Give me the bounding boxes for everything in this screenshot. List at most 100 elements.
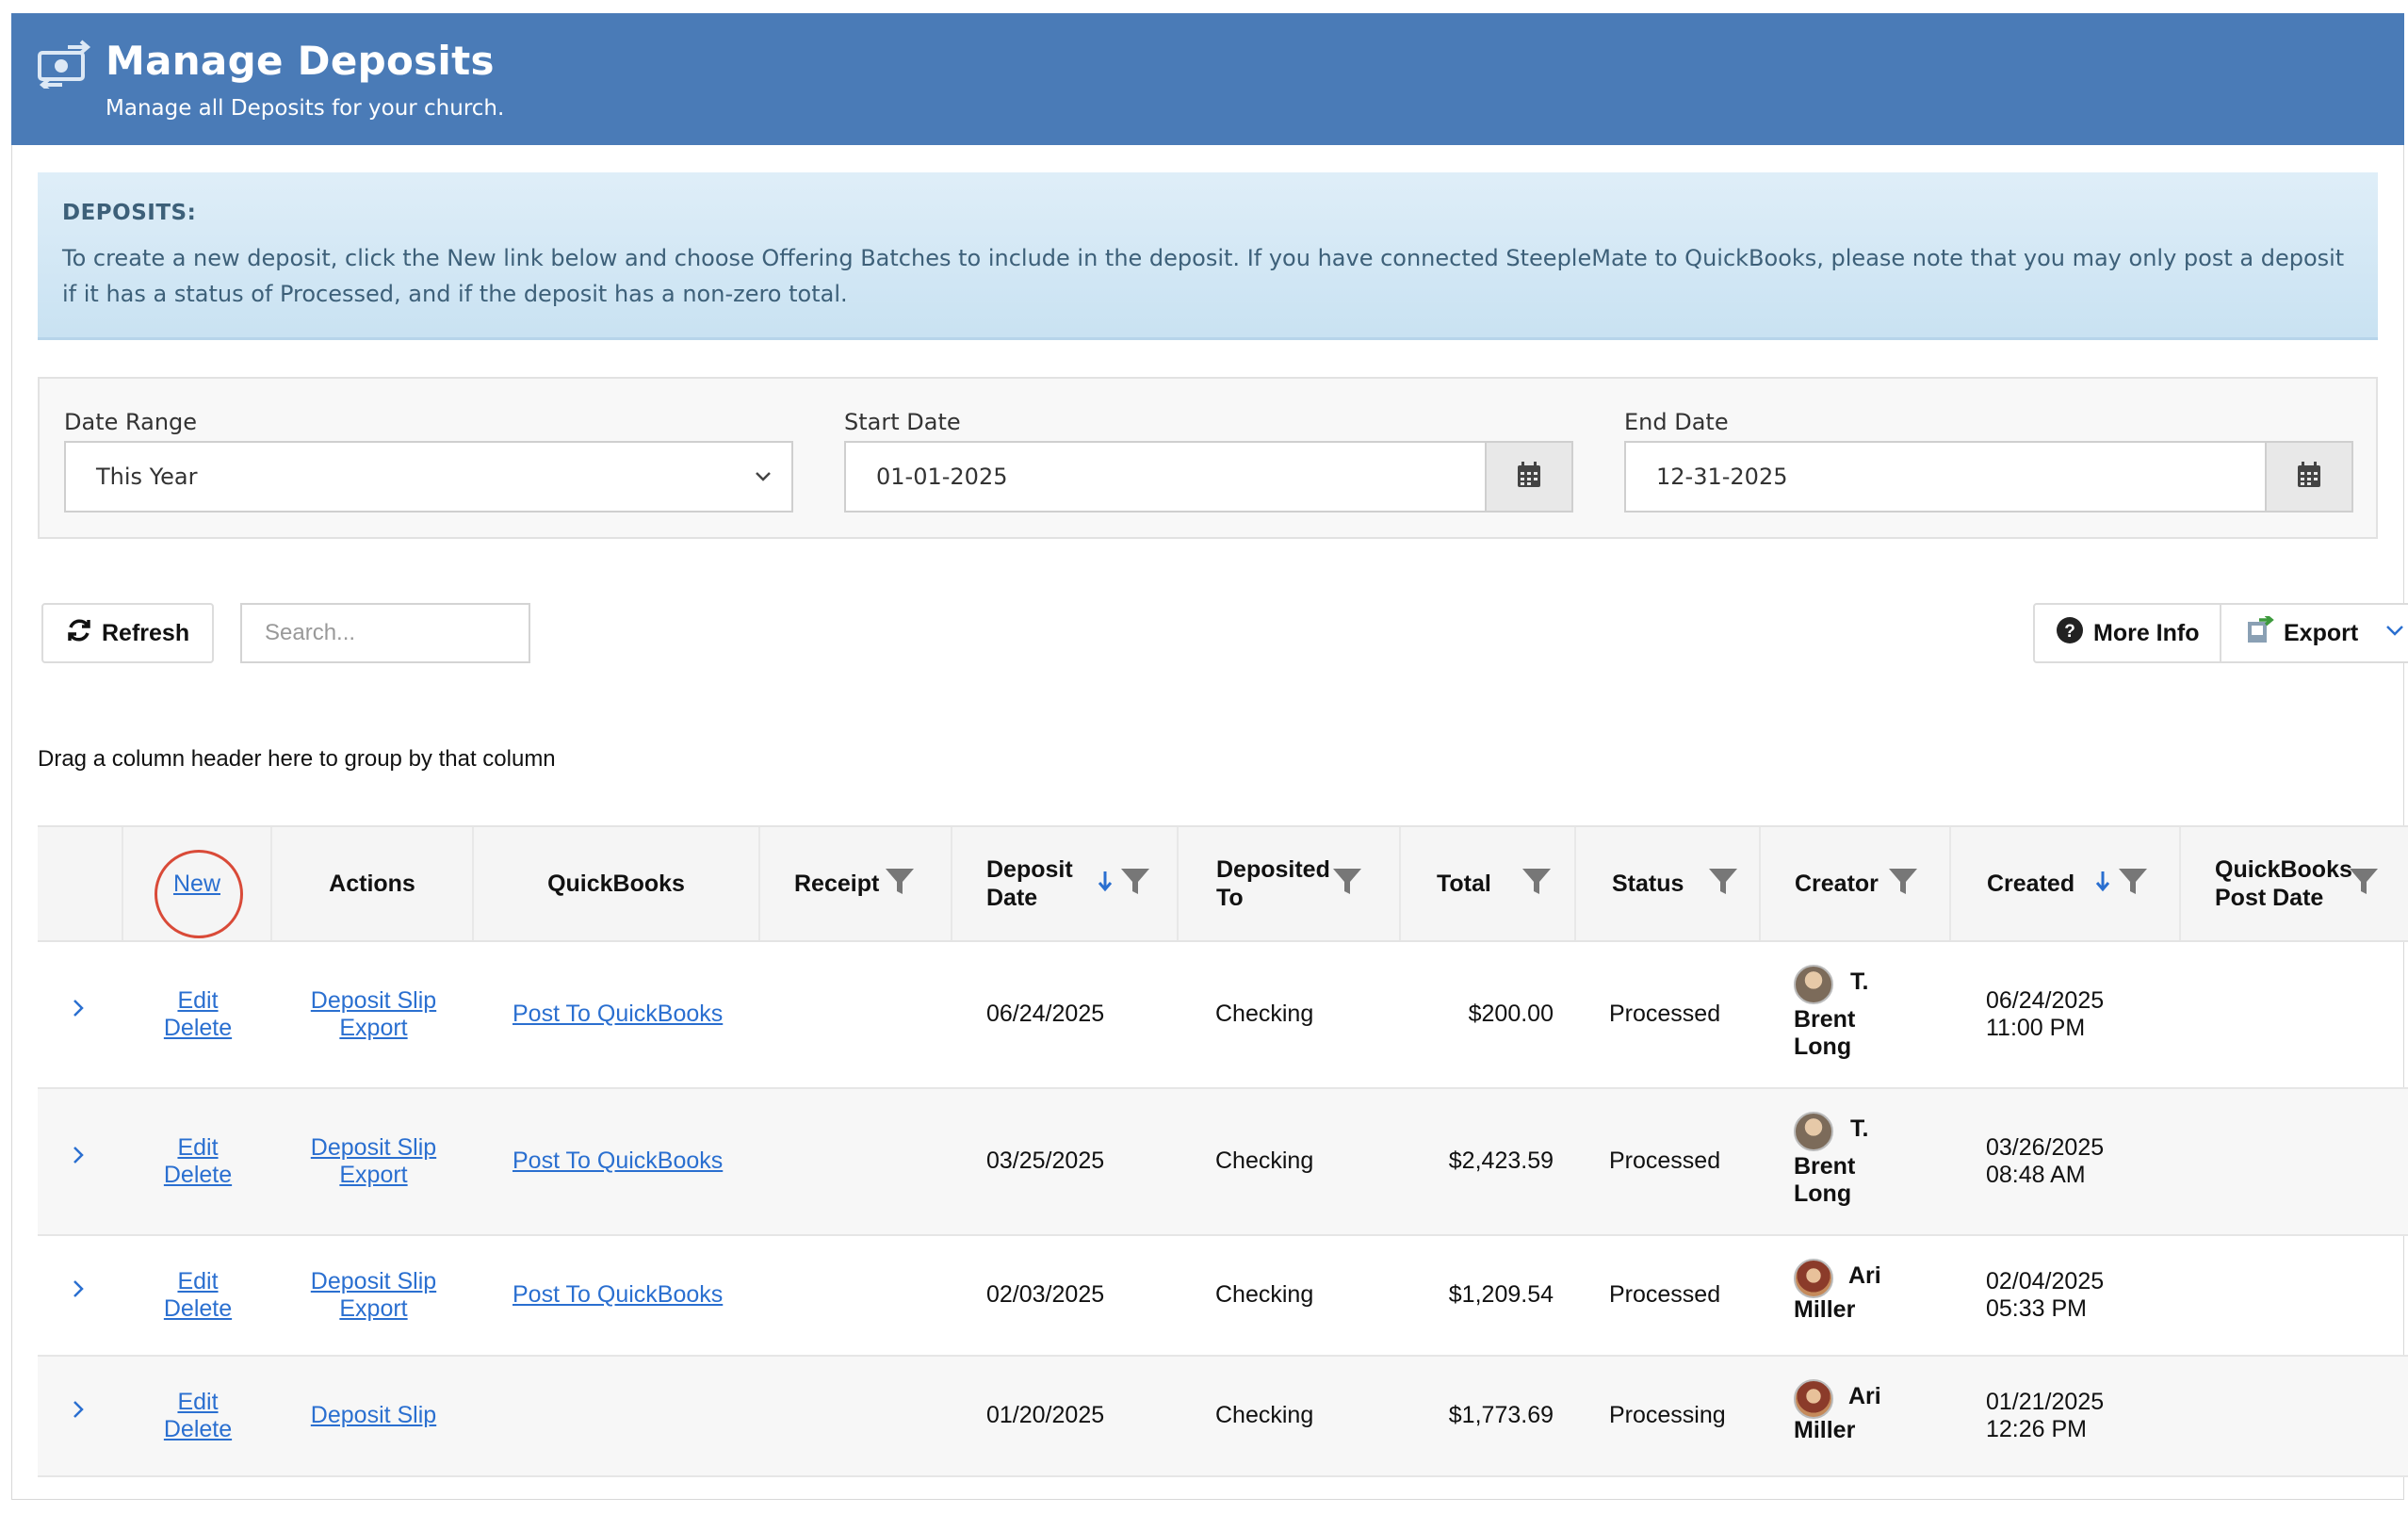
column-header-deposit-date-label: Deposit Date: [986, 856, 1073, 911]
money-transfer-icon: [36, 40, 94, 92]
delete-link[interactable]: Delete: [151, 1162, 245, 1189]
column-header-quickbooks: QuickBooks: [474, 827, 760, 940]
calendar-icon: [2297, 462, 2321, 492]
page-subtitle: Manage all Deposits for your church.: [106, 96, 505, 121]
deposit-status: Processed: [1609, 1148, 1721, 1174]
column-header-total-label: Total: [1437, 871, 1491, 897]
column-header-deposit-date[interactable]: Deposit Date: [952, 827, 1179, 940]
filter-funnel-icon[interactable]: [885, 866, 915, 903]
refresh-button[interactable]: Refresh: [41, 603, 214, 663]
date-range-select[interactable]: This Year: [64, 441, 793, 513]
filter-funnel-icon[interactable]: [2118, 866, 2148, 903]
chevron-right-icon[interactable]: [72, 1396, 85, 1428]
chevron-right-icon[interactable]: [72, 1276, 85, 1308]
start-date-calendar-button[interactable]: [1485, 441, 1573, 513]
column-header-deposited-to[interactable]: Deposited To: [1179, 827, 1401, 940]
table-row: Edit Delete Deposit Slip 01/20/2025 Chec…: [38, 1357, 2408, 1477]
delete-link[interactable]: Delete: [151, 1015, 245, 1042]
column-header-created[interactable]: Created: [1951, 827, 2181, 940]
post-to-quickbooks-link[interactable]: Post To QuickBooks: [513, 1001, 723, 1028]
deposit-total: $1,209.54: [1448, 1281, 1554, 1308]
filter-funnel-icon[interactable]: [1708, 866, 1738, 903]
post-to-quickbooks-link[interactable]: Post To QuickBooks: [513, 1148, 723, 1175]
deposit-slip-link[interactable]: Deposit Slip: [291, 1134, 456, 1162]
highlight-annotation-circle: [155, 850, 243, 938]
end-date-label: End Date: [1624, 409, 1729, 435]
date-range-label: Date Range: [64, 409, 198, 435]
creator-name-part: Ari: [1848, 1262, 1881, 1289]
created-time: 11:00 PM: [1986, 1015, 2086, 1041]
sort-down-arrow-icon: [1098, 870, 1113, 899]
created-date: 06/24/2025: [1986, 987, 2105, 1014]
column-header-qb-post-date-label: QuickBooks Post Date: [2215, 856, 2352, 911]
group-by-drop-zone[interactable]: Drag a column header here to group by th…: [38, 746, 556, 773]
end-date-input[interactable]: 12-31-2025: [1624, 441, 2267, 513]
filter-funnel-icon[interactable]: [1120, 866, 1150, 903]
created-date: 02/04/2025: [1986, 1268, 2105, 1294]
export-link[interactable]: Export: [291, 1015, 456, 1042]
creator-name-part: Long: [1794, 1180, 1852, 1207]
creator-name-part: T.: [1850, 968, 1869, 995]
delete-link[interactable]: Delete: [151, 1295, 245, 1323]
deposit-slip-link[interactable]: Deposit Slip: [291, 1268, 456, 1295]
column-header-receipt[interactable]: Receipt: [760, 827, 952, 940]
sort-down-arrow-icon: [2095, 870, 2110, 899]
export-button[interactable]: Export: [2220, 603, 2408, 663]
table-row: Edit Delete Deposit Slip Export Post To …: [38, 1089, 2408, 1236]
grid-header-row: New Actions QuickBooks Receipt Deposit Da…: [38, 825, 2408, 942]
calendar-icon: [1517, 462, 1541, 492]
filter-funnel-icon[interactable]: [1332, 866, 1362, 903]
column-header-total[interactable]: Total: [1401, 827, 1576, 940]
more-info-button[interactable]: ? More Info: [2033, 603, 2221, 663]
edit-link[interactable]: Edit: [151, 1268, 245, 1295]
search-input[interactable]: Search...: [240, 603, 530, 663]
deposited-to: Checking: [1215, 1001, 1314, 1027]
deposit-date: 03/25/2025: [986, 1148, 1105, 1174]
edit-link[interactable]: Edit: [151, 1134, 245, 1162]
avatar: [1794, 965, 1833, 1004]
column-header-status-label: Status: [1612, 871, 1684, 897]
deposit-total: $2,423.59: [1448, 1148, 1554, 1174]
deposit-date: 01/20/2025: [986, 1402, 1105, 1428]
filter-panel: Date Range This Year Start Date 01-01-20…: [38, 377, 2378, 539]
created-time: 08:48 AM: [1986, 1162, 2086, 1188]
edit-link[interactable]: Edit: [151, 987, 245, 1015]
column-header-qb-post-date[interactable]: QuickBooks Post Date: [2181, 827, 2408, 940]
created-time: 05:33 PM: [1986, 1295, 2088, 1322]
post-to-quickbooks-link[interactable]: Post To QuickBooks: [513, 1281, 723, 1309]
deposit-total: $1,773.69: [1448, 1402, 1554, 1428]
column-header-quickbooks-label: QuickBooks: [547, 871, 685, 897]
filter-funnel-icon[interactable]: [1521, 866, 1552, 903]
avatar: [1794, 1112, 1833, 1151]
filter-funnel-icon[interactable]: [1888, 866, 1918, 903]
deposits-grid: New Actions QuickBooks Receipt Deposit Da…: [38, 825, 2408, 1477]
chevron-right-icon[interactable]: [72, 995, 85, 1027]
column-header-status[interactable]: Status: [1576, 827, 1761, 940]
edit-link[interactable]: Edit: [151, 1389, 245, 1416]
deposited-to: Checking: [1215, 1402, 1314, 1428]
info-panel: DEPOSITS: To create a new deposit, click…: [38, 172, 2378, 340]
delete-link[interactable]: Delete: [151, 1416, 245, 1443]
end-date-calendar-button[interactable]: [2265, 441, 2353, 513]
filter-funnel-icon[interactable]: [2349, 866, 2379, 903]
start-date-input[interactable]: 01-01-2025: [844, 441, 1487, 513]
creator-name-part: Brent: [1794, 1006, 1856, 1033]
question-circle-icon: ?: [2056, 616, 2084, 651]
creator-name-part: Brent: [1794, 1153, 1856, 1180]
export-link[interactable]: Export: [291, 1295, 456, 1323]
chevron-right-icon[interactable]: [72, 1142, 85, 1174]
deposit-status: Processing: [1609, 1402, 1726, 1428]
chevron-down-icon[interactable]: [2384, 620, 2405, 647]
created-date: 01/21/2025: [1986, 1389, 2105, 1415]
export-link[interactable]: Export: [291, 1162, 456, 1189]
deposited-to: Checking: [1215, 1148, 1314, 1174]
deposit-slip-link[interactable]: Deposit Slip: [291, 987, 456, 1015]
export-file-icon: [2246, 613, 2274, 651]
deposit-status: Processed: [1609, 1001, 1721, 1027]
creator-name-part: T.: [1850, 1115, 1869, 1142]
creator-name-part: Long: [1794, 1034, 1852, 1060]
table-row: Edit Delete Deposit Slip Export Post To …: [38, 942, 2408, 1089]
deposit-slip-link[interactable]: Deposit Slip: [291, 1402, 456, 1429]
more-info-label: More Info: [2093, 619, 2200, 646]
column-header-creator[interactable]: Creator: [1761, 827, 1951, 940]
